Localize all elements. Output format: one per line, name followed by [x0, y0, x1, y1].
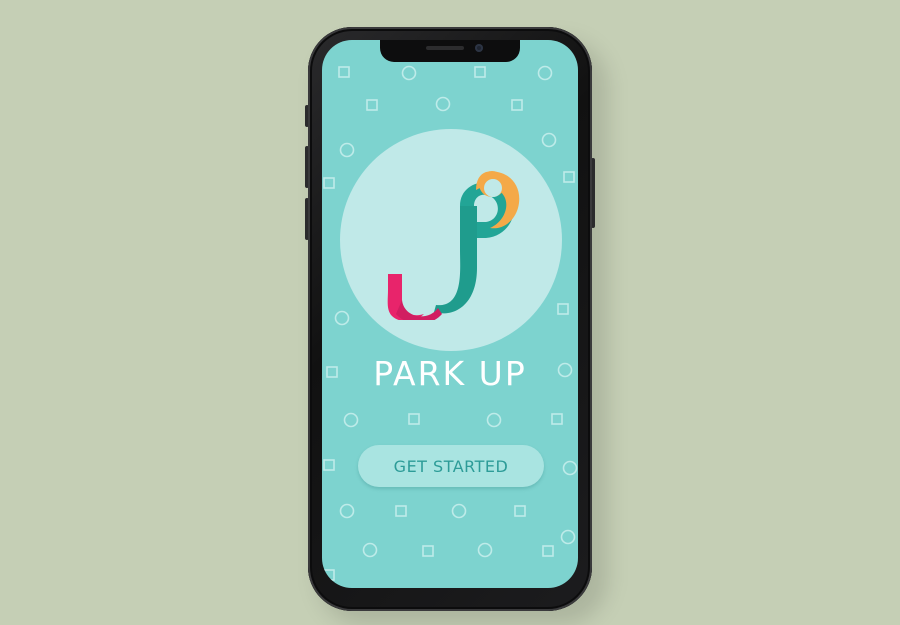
mockup-background: PARK UP GET STARTED: [0, 0, 900, 625]
get-started-button[interactable]: GET STARTED: [358, 445, 544, 487]
speaker-grille: [426, 46, 464, 50]
park-up-logo: [387, 171, 520, 320]
front-camera: [475, 44, 483, 52]
phone-notch: [380, 40, 520, 62]
app-title: PARK UP: [373, 354, 527, 393]
app-screen: PARK UP GET STARTED: [322, 40, 578, 588]
